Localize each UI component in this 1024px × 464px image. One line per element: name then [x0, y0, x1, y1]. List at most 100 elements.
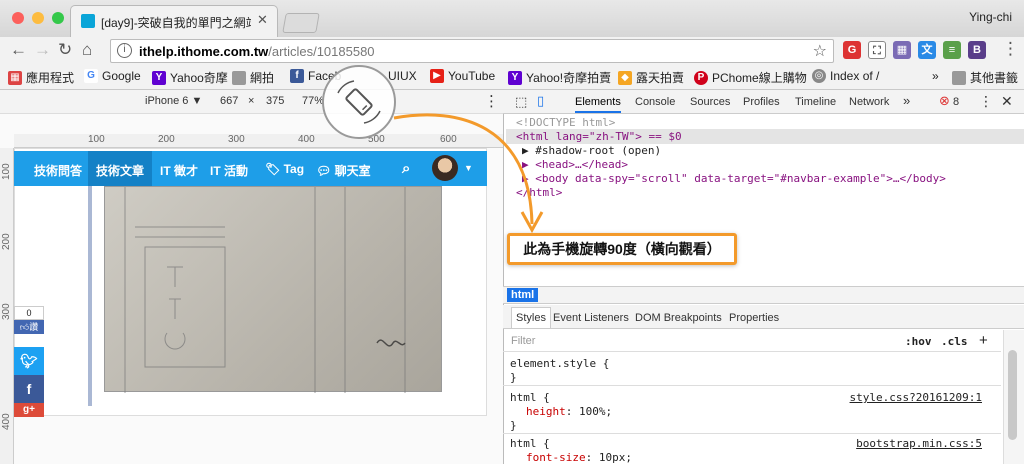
- nav-item-qa[interactable]: 技術問答: [34, 162, 82, 179]
- folder-icon: [952, 70, 966, 85]
- like-count: 0: [14, 306, 44, 320]
- bootstrap-extension-icon[interactable]: B: [968, 41, 986, 59]
- tab-profiles[interactable]: Profiles: [743, 96, 780, 108]
- filter-input[interactable]: Filter: [511, 335, 535, 347]
- globe-icon: ◎: [812, 69, 826, 83]
- rule-html-selector[interactable]: html {: [510, 437, 550, 450]
- google-icon: G: [84, 69, 98, 83]
- twitter-share-button[interactable]: 🐦︎: [14, 347, 44, 375]
- tab-event-listeners[interactable]: Event Listeners: [553, 312, 629, 324]
- dom-body[interactable]: ▶ <body data-spy="scroll" data-target="#…: [522, 172, 946, 185]
- url-text: ithelp.ithome.com.tw/articles/10185580: [139, 44, 375, 59]
- scrollbar-thumb[interactable]: [1008, 350, 1017, 440]
- devtools-close-icon[interactable]: ✕: [1001, 93, 1013, 110]
- ruler-label: 400: [298, 134, 315, 145]
- home-icon[interactable]: ⌂: [82, 40, 92, 60]
- dom-breadcrumb: [503, 286, 1024, 304]
- article-sidebar-line: [88, 186, 92, 406]
- nav-item-chat[interactable]: 💬︎ 聊天室: [316, 162, 371, 179]
- breadcrumb-html[interactable]: html: [507, 288, 539, 302]
- minimize-window-button[interactable]: [32, 12, 44, 24]
- bookmark-ruten[interactable]: ◆ 露天拍賣: [618, 69, 684, 86]
- rule-declaration[interactable]: font-size: 10px;: [526, 451, 632, 464]
- bookmark-yahoo[interactable]: Y Yahoo奇摩: [152, 69, 228, 86]
- title-bar: [day9]-突破自我的單門之網站 ✕ Ying-chi: [0, 0, 1024, 37]
- reload-icon[interactable]: ↻: [58, 40, 72, 60]
- device-width[interactable]: 667: [220, 95, 238, 107]
- error-icon: ⊗: [939, 93, 950, 108]
- extension-icon[interactable]: G: [843, 41, 861, 59]
- bookmark-youtube[interactable]: ▶ YouTube: [430, 69, 495, 83]
- close-window-button[interactable]: [12, 12, 24, 24]
- annotation-callout: 此為手機旋轉90度（橫向觀看）: [507, 233, 737, 265]
- ruler-label: 200: [158, 134, 175, 145]
- nav-item-tag[interactable]: 🏷︎ Tag: [265, 162, 304, 176]
- tab-close-icon[interactable]: ✕: [257, 12, 268, 28]
- bookmark-apps[interactable]: ▦ 應用程式: [8, 69, 74, 86]
- google-plus-share-button[interactable]: g+: [14, 403, 44, 417]
- rule-source-link[interactable]: bootstrap.min.css:5: [856, 437, 982, 450]
- nav-item-articles[interactable]: 技術文章: [96, 162, 144, 179]
- rule-html-selector[interactable]: html {: [510, 391, 550, 404]
- devtools-menu-icon[interactable]: ⋮: [979, 93, 993, 110]
- more-bookmarks-chevron-icon[interactable]: »: [932, 69, 939, 83]
- nav-item-events[interactable]: IT 活動: [210, 162, 248, 179]
- hov-toggle[interactable]: :hov: [905, 335, 932, 348]
- device-height[interactable]: 375: [266, 95, 284, 107]
- screenshot-extension-icon[interactable]: ⛶: [868, 41, 886, 59]
- folder-icon: [232, 70, 246, 85]
- browser-tab[interactable]: [day9]-突破自我的單門之網站 ✕: [70, 5, 278, 37]
- profile-name[interactable]: Ying-chi: [969, 10, 1012, 24]
- tab-network[interactable]: Network: [849, 96, 889, 108]
- translate-extension-icon[interactable]: 文: [918, 41, 936, 59]
- browser-toolbar: ← → ↻ ⌂ i ithelp.ithome.com.tw/articles/…: [0, 37, 1024, 65]
- tab-timeline[interactable]: Timeline: [795, 96, 836, 108]
- pchome-icon: P: [694, 70, 708, 85]
- devtools-tabbar: ⬚ ▯ Elements Console Sources Profiles Ti…: [503, 90, 1024, 114]
- ruten-icon: ◆: [618, 70, 632, 85]
- youtube-icon: ▶: [430, 69, 444, 83]
- tab-console[interactable]: Console: [635, 96, 675, 108]
- tab-styles[interactable]: Styles: [511, 307, 551, 328]
- rule-source-link[interactable]: style.css?20161209:1: [850, 391, 982, 404]
- ruler-left: 100 200 300 400: [0, 148, 14, 464]
- bookmark-pchome[interactable]: P PChome線上購物: [694, 69, 807, 86]
- tab-dom-breakpoints[interactable]: DOM Breakpoints: [635, 312, 722, 324]
- bookmark-other[interactable]: 其他書籤: [952, 69, 1018, 86]
- site-info-icon[interactable]: i: [117, 43, 132, 58]
- rule-element-style[interactable]: element.style {: [510, 357, 609, 370]
- cls-toggle[interactable]: .cls: [941, 335, 968, 348]
- add-style-rule-icon[interactable]: +: [979, 332, 988, 349]
- more-tabs-chevron-icon[interactable]: »: [903, 93, 910, 108]
- facebook-like-button[interactable]: 👍︎讚: [14, 320, 44, 334]
- dimension-separator: ×: [248, 95, 255, 107]
- back-arrow-icon[interactable]: ←: [10, 40, 27, 60]
- extension-icon[interactable]: ≡: [943, 41, 961, 59]
- address-bar[interactable]: i ithelp.ithome.com.tw/articles/10185580…: [110, 39, 834, 63]
- zoom-select[interactable]: 77%: [302, 95, 324, 107]
- bookmark-folder[interactable]: 網拍: [232, 69, 274, 86]
- tab-elements[interactable]: Elements: [575, 96, 621, 113]
- device-select[interactable]: iPhone 6 ▼: [145, 95, 202, 107]
- menu-icon[interactable]: ⋮: [1002, 39, 1019, 59]
- error-count[interactable]: 8: [953, 96, 959, 108]
- new-tab-button[interactable]: [282, 13, 320, 33]
- bookmark-yahoo-auction[interactable]: Y Yahoo!奇摩拍賣: [508, 69, 611, 86]
- bookmark-star-icon[interactable]: ☆: [813, 41, 827, 61]
- styles-scrollbar[interactable]: [1003, 330, 1024, 464]
- facebook-icon: f: [290, 69, 304, 83]
- rule-declaration[interactable]: height: 100%;: [526, 405, 612, 418]
- forward-arrow-icon[interactable]: →: [34, 40, 51, 60]
- facebook-share-button[interactable]: f: [14, 375, 44, 403]
- tab-sources[interactable]: Sources: [690, 96, 730, 108]
- bookmark-index[interactable]: ◎ Index of /: [812, 69, 879, 83]
- tab-properties[interactable]: Properties: [729, 312, 779, 324]
- rotate-device-button[interactable]: [322, 65, 396, 139]
- chat-icon: 💬︎: [316, 164, 332, 178]
- nav-item-jobs[interactable]: IT 徵才: [160, 162, 198, 179]
- extension-icon[interactable]: ▦: [893, 41, 911, 59]
- bookmark-google[interactable]: G Google: [84, 69, 141, 83]
- tab-title: [day9]-突破自我的單門之網站: [101, 16, 251, 30]
- maximize-window-button[interactable]: [52, 12, 64, 24]
- nav-item-tag-label: Tag: [283, 162, 305, 176]
